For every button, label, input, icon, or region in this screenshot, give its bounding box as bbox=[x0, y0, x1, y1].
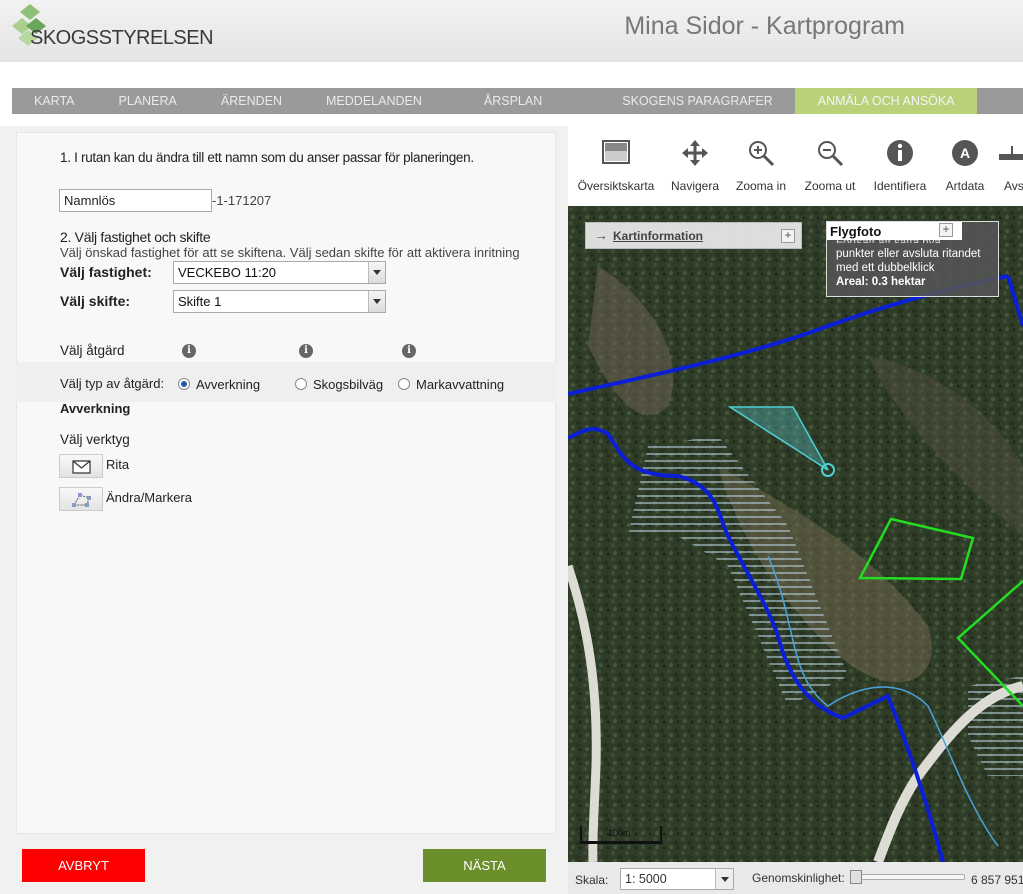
svg-text:A: A bbox=[960, 145, 970, 161]
tool-oversiktskarta[interactable]: Översiktskarta bbox=[576, 126, 656, 206]
pan-arrows-icon bbox=[682, 140, 708, 166]
info-icon bbox=[887, 140, 913, 166]
nav-item-arenden[interactable]: ÄRENDEN bbox=[199, 88, 304, 114]
artdata-icon: A bbox=[952, 140, 978, 166]
nav-item-karta[interactable]: KARTA bbox=[12, 88, 97, 114]
info-icon[interactable]: i bbox=[299, 344, 313, 358]
tool-zooma-in[interactable]: Zooma in bbox=[731, 126, 791, 206]
fastighet-label: Välj fastighet: bbox=[60, 264, 152, 280]
area-readout: Areal: 0.3 hektar bbox=[836, 276, 926, 288]
skifte-select[interactable]: Skifte 1 bbox=[173, 290, 386, 313]
next-button[interactable]: NÄSTA bbox=[423, 849, 546, 882]
radio-skogsbilvag[interactable] bbox=[295, 378, 307, 390]
page-title: Mina Sidor - Kartprogram bbox=[624, 12, 905, 40]
scale-select-value: 1: 5000 bbox=[625, 872, 667, 886]
transparency-label: Genomskinlighet: bbox=[752, 871, 845, 885]
selected-action-heading: Avverkning bbox=[60, 401, 131, 416]
flygfoto-tooltip: Flygfoto + Fortsätt att sätta nya punkte… bbox=[826, 221, 999, 297]
tool-label: Artdata bbox=[945, 179, 985, 193]
tool-label: Navigera bbox=[670, 179, 720, 193]
draw-tool-label: Rita bbox=[106, 457, 130, 472]
tooltip-line: med ett dubbelklick bbox=[836, 262, 935, 274]
logo-text: SKOGSSTYRELSEN bbox=[30, 27, 214, 49]
tool-avst[interactable]: Avst bbox=[998, 126, 1023, 206]
radio-avverkning-label[interactable]: Avverkning bbox=[196, 377, 260, 392]
zoom-out-icon bbox=[818, 141, 844, 167]
nav-item-arsplan[interactable]: ÅRSPLAN bbox=[444, 88, 564, 114]
scale-bar-label: 100m bbox=[608, 828, 631, 838]
kartinformation-label[interactable]: Kartinformation bbox=[613, 229, 703, 243]
scale-select[interactable]: 1: 5000 bbox=[620, 868, 734, 890]
map-toolbar: Översiktskarta Navigera Zooma in Zooma u… bbox=[568, 126, 1023, 206]
radio-avverkning[interactable] bbox=[178, 378, 190, 390]
draw-polygon-icon bbox=[72, 460, 91, 474]
header: SKOGSSTYRELSEN Mina Sidor - Kartprogram bbox=[0, 0, 1023, 62]
tool-label: Avst bbox=[1004, 179, 1023, 193]
tool-artdata[interactable]: A Artdata bbox=[940, 126, 990, 206]
info-icon[interactable]: i bbox=[182, 344, 196, 358]
action-type-label: Välj typ av åtgärd: bbox=[60, 376, 165, 391]
aerial-photo bbox=[568, 206, 1023, 862]
radio-skogsbilvag-label[interactable]: Skogsbilväg bbox=[313, 377, 383, 392]
chevron-down-icon bbox=[715, 869, 733, 889]
step2-help-text: Välj önskad fastighet för att se skiften… bbox=[60, 245, 520, 260]
planning-name-suffix: -1-171207 bbox=[212, 193, 272, 208]
coordinate-readout: 6 857 951 bbox=[971, 873, 1023, 887]
skifte-select-value: Skifte 1 bbox=[178, 294, 222, 309]
tooltip-line: punkter eller avsluta ritandet bbox=[836, 248, 981, 260]
nav-item-skogens-paragrafer[interactable]: SKOGENS PARAGRAFER bbox=[564, 88, 795, 114]
expand-icon[interactable]: + bbox=[939, 223, 953, 237]
arrow-right-icon: → bbox=[594, 227, 608, 243]
nav-item-planera[interactable]: PLANERA bbox=[97, 88, 199, 114]
tool-identifiera[interactable]: Identifiera bbox=[869, 126, 931, 206]
measure-icon bbox=[999, 146, 1023, 160]
tool-label: Identifiera bbox=[873, 179, 927, 193]
tooltip-line: Fortsätt att sätta nya bbox=[836, 237, 941, 243]
cancel-button[interactable]: AVBRYT bbox=[22, 849, 145, 882]
radio-markavvattning-label[interactable]: Markavvattning bbox=[416, 377, 504, 392]
map-canvas[interactable]: 100m bbox=[568, 206, 1023, 862]
fastighet-select-value: VECKEBO 11:20 bbox=[178, 265, 277, 280]
transparency-slider[interactable] bbox=[850, 870, 965, 884]
map-statusbar: Skala: 1: 5000 Genomskinlighet: 6 857 95… bbox=[568, 862, 1023, 894]
chevron-down-icon bbox=[368, 262, 385, 283]
logo[interactable]: SKOGSSTYRELSEN bbox=[10, 2, 214, 52]
tool-zooma-ut[interactable]: Zooma ut bbox=[800, 126, 860, 206]
edit-vertices-icon bbox=[72, 493, 91, 507]
kartinformation-panel[interactable]: → Kartinformation + bbox=[585, 222, 802, 249]
step2-heading: 2. Välj fastighet och skifte bbox=[60, 229, 211, 245]
tool-label: Zooma ut bbox=[804, 179, 856, 193]
scale-bar: 100m bbox=[580, 826, 662, 844]
overview-map-icon bbox=[602, 140, 630, 164]
atgard-label: Välj åtgärd bbox=[60, 343, 125, 358]
tool-navigera[interactable]: Navigera bbox=[666, 126, 724, 206]
edit-tool-button[interactable] bbox=[59, 487, 103, 511]
tool-label: Översiktskarta bbox=[577, 179, 655, 193]
slider-handle[interactable] bbox=[850, 870, 862, 884]
fastighet-select[interactable]: VECKEBO 11:20 bbox=[173, 261, 386, 284]
nav-item-meddelanden[interactable]: MEDDELANDEN bbox=[304, 88, 444, 114]
expand-icon[interactable]: + bbox=[781, 229, 795, 243]
info-icon[interactable]: i bbox=[402, 344, 416, 358]
nav-item-anmala-och-ansoka[interactable]: ANMÄLA OCH ANSÖKA bbox=[794, 88, 977, 114]
verktyg-label: Välj verktyg bbox=[60, 432, 130, 447]
scale-label: Skala: bbox=[575, 873, 609, 887]
planning-name-input[interactable] bbox=[59, 189, 212, 212]
radio-markavvattning[interactable] bbox=[398, 378, 410, 390]
chevron-down-icon bbox=[368, 291, 385, 312]
zoom-in-icon bbox=[749, 141, 775, 167]
step1-heading: 1. I rutan kan du ändra till ett namn so… bbox=[60, 150, 474, 165]
skifte-label: Välj skifte: bbox=[60, 293, 131, 309]
edit-tool-label: Ändra/Markera bbox=[106, 490, 192, 505]
main-nav: KARTA PLANERA ÄRENDEN MEDDELANDEN ÅRSPLA… bbox=[12, 88, 1023, 114]
draw-tool-button[interactable] bbox=[59, 454, 103, 478]
tool-label: Zooma in bbox=[735, 179, 787, 193]
